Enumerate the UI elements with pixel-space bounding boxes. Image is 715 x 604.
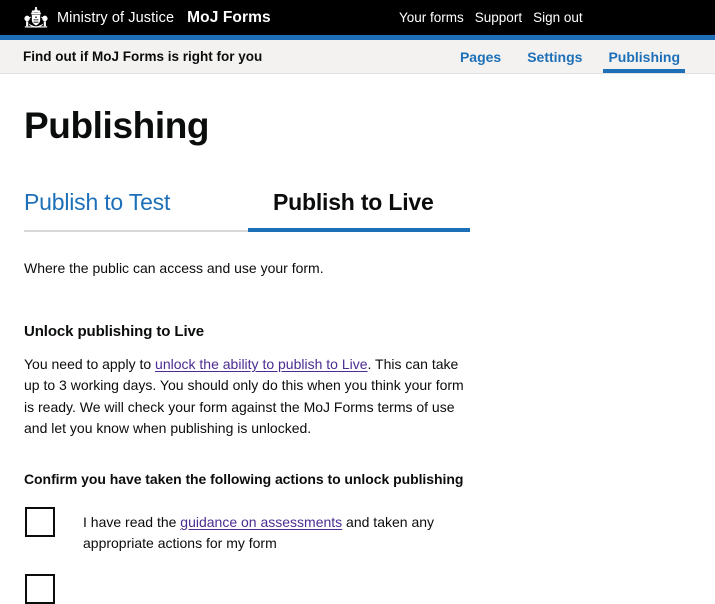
royal-coat-of-arms-crest-icon [24,6,48,28]
publish-to-live-description: Where the public can access and use your… [24,259,324,276]
checkbox-second-action[interactable] [25,574,55,604]
tab-publishing[interactable]: Publishing [595,40,693,73]
header-brand[interactable]: Ministry of Justice MoJ Forms [0,6,271,29]
tab-publish-to-test[interactable]: Publish to Test [24,189,248,232]
unlock-section-heading: Unlock publishing to Live [24,322,205,340]
tab-publish-to-live[interactable]: Publish to Live [248,189,470,232]
global-header: Ministry of Justice MoJ Forms Your forms… [0,0,715,40]
tab-pages[interactable]: Pages [447,40,514,73]
header-nav-sign-out[interactable]: Sign out [533,10,583,25]
checkbox-guidance-on-assessments[interactable] [25,507,55,538]
header-nav-support[interactable]: Support [475,10,522,25]
checkbox-row-guidance[interactable]: I have read the guidance on assessments … [24,507,691,554]
header-nav-your-forms[interactable]: Your forms [399,10,464,25]
unlock-text-before-link: You need to apply to [24,355,156,372]
main-content: Publishing Publish to Test Publish to Li… [0,74,715,604]
unlock-ability-link[interactable]: unlock the ability to publish to Live [155,356,367,372]
checkbox-guidance-text-before-link: I have read the [83,514,181,531]
confirm-actions-heading: Confirm you have taken the following act… [24,471,464,488]
department-name: Ministry of Justice [57,9,175,26]
header-nav: Your forms Support Sign out [399,0,583,35]
form-tabs: Pages Settings Publishing [447,40,693,73]
checkbox-second-label [55,574,475,579]
tab-settings[interactable]: Settings [514,40,595,73]
guidance-on-assessments-link[interactable]: guidance on assessments [180,514,342,530]
form-nav-bar: Find out if MoJ Forms is right for you P… [0,40,715,74]
checkbox-guidance-label: I have read the guidance on assessments … [55,507,475,554]
unlock-section-paragraph: You need to apply to unlock the ability … [24,340,468,439]
confirm-checkbox-list: I have read the guidance on assessments … [24,487,691,604]
page-title: Publishing [24,105,210,146]
publish-target-tabs: Publish to Test Publish to Live [24,189,470,232]
product-name: MoJ Forms [187,8,271,26]
checkbox-row-second[interactable] [24,574,691,604]
form-name: Find out if MoJ Forms is right for you [23,49,263,64]
